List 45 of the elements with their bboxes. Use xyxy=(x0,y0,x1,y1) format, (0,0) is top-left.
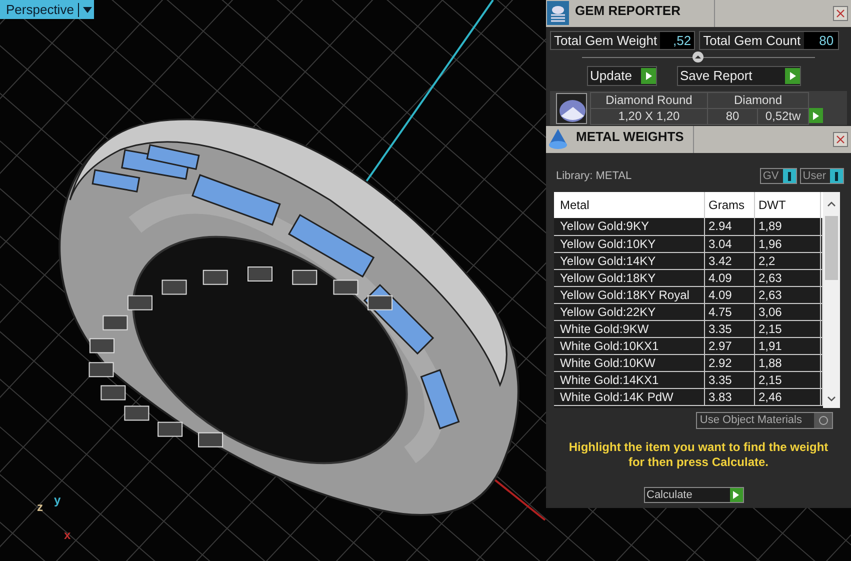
axis-label: x xyxy=(64,529,71,541)
table-cell: 3.04 xyxy=(704,235,754,252)
instruction-text: Highlight the item you want to find the weight for then press Calculate. xyxy=(568,440,830,470)
table-cell: 3,06 xyxy=(754,303,820,320)
table-cell: 1,96 xyxy=(754,235,820,252)
gem-shape-cell: Diamond Round xyxy=(591,92,708,108)
gem-material-cell: Diamond xyxy=(708,92,808,108)
table-cell: 2.94 xyxy=(704,218,754,235)
table-cell: Yellow Gold:18KY xyxy=(554,269,704,286)
axis-label: z xyxy=(37,501,43,513)
table-cell: 1,88 xyxy=(754,354,820,371)
table-cell: 2,63 xyxy=(754,286,820,303)
table-cell: White Gold:9KW xyxy=(554,320,704,337)
table-cell: 3.42 xyxy=(704,252,754,269)
table-cell: 1,91 xyxy=(754,337,820,354)
table-cell: 4.75 xyxy=(704,303,754,320)
table-cell: 1,89 xyxy=(754,218,820,235)
table-cell: Yellow Gold:9KY xyxy=(554,218,704,235)
table-cell: 2,15 xyxy=(754,371,820,388)
gem-weight-cell-text: 0,52tw xyxy=(764,108,802,124)
table-cell: White Gold:10KW xyxy=(554,354,704,371)
table-cell: 3.35 xyxy=(704,371,754,388)
table-cell: White Gold:10KX1 xyxy=(554,337,704,354)
gem-count-cell: 80 xyxy=(708,108,758,124)
library-label: Library: METAL xyxy=(556,168,633,184)
table-cell: Yellow Gold:10KY xyxy=(554,235,704,252)
table-cell: 2.92 xyxy=(704,354,754,371)
table-cell: 3.83 xyxy=(704,388,754,405)
table-cell: 3.35 xyxy=(704,320,754,337)
table-cell: 2,46 xyxy=(754,388,820,405)
table-cell: Yellow Gold:22KY xyxy=(554,303,704,320)
table-cell: White Gold:14K PdW xyxy=(554,388,704,405)
gem-size-cell: 1,20 X 1,20 xyxy=(591,108,708,124)
axis-label: y xyxy=(54,494,61,506)
panel-title: GEM REPORTER xyxy=(569,0,715,27)
table-cell: 4.09 xyxy=(704,286,754,303)
table-cell: 2,15 xyxy=(754,320,820,337)
table-cell: 2,63 xyxy=(754,269,820,286)
table-cell: Yellow Gold:14KY xyxy=(554,252,704,269)
panel-title: METAL WEIGHTS xyxy=(570,126,694,153)
table-cell: White Gold:14KX1 xyxy=(554,371,704,388)
table-cell: 2,2 xyxy=(754,252,820,269)
table-cell: Yellow Gold:18KY Royal xyxy=(554,286,704,303)
table-cell: 2.97 xyxy=(704,337,754,354)
table-cell: 4.09 xyxy=(704,269,754,286)
